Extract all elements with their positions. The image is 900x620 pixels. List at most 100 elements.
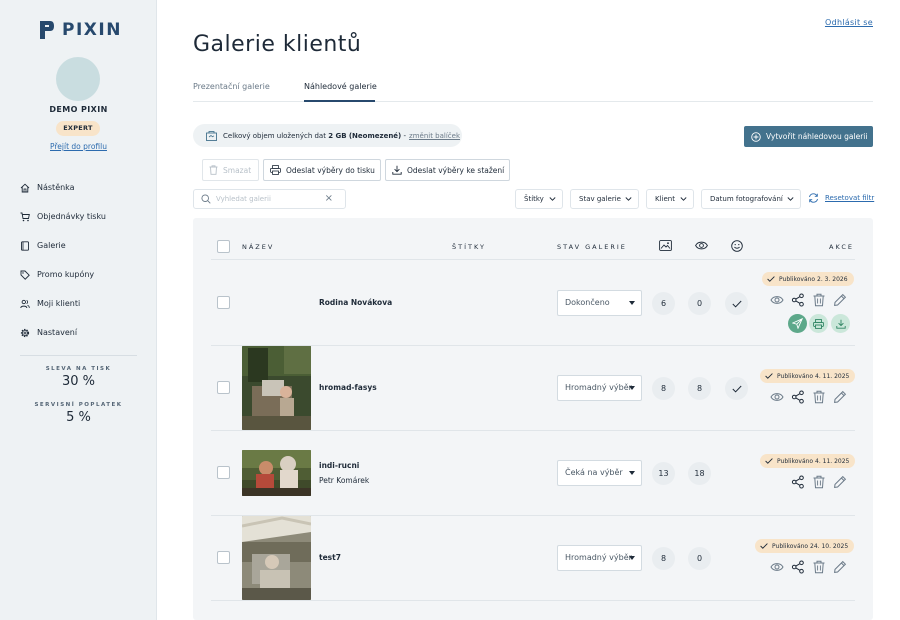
table-row[interactable]: hromad-fasys Hromadný výběr 8 8 Publikov… — [211, 346, 856, 431]
published-badge: Publikováno 2. 3. 2026 — [762, 272, 854, 286]
published-date: Publikováno 4. 11. 2025 — [777, 457, 850, 465]
send-to-print-button[interactable]: Odeslat výběry do tisku — [263, 159, 381, 181]
tag-icon — [20, 270, 30, 280]
published-date: Publikováno 4. 11. 2025 — [777, 372, 850, 380]
storage-separator: - — [403, 131, 407, 140]
sidebar-item-promo[interactable]: Promo kupóny — [0, 260, 157, 289]
share-icon[interactable] — [791, 475, 805, 489]
sidebar-item-clients[interactable]: Moji klienti — [0, 289, 157, 318]
table-row[interactable]: indi-rucni Petr Komárek Čeká na výběr 13… — [211, 431, 856, 516]
status-select[interactable]: Hromadný výběr — [557, 375, 642, 401]
change-plan-link[interactable]: změnit balíček — [409, 132, 460, 140]
eye-icon[interactable] — [770, 390, 784, 404]
checkmark-icon — [731, 385, 742, 393]
filter-gallery-status[interactable]: Stav galerie — [570, 189, 639, 209]
tab-presentation-gallery[interactable]: Prezentační galerie — [193, 82, 270, 91]
gallery-name[interactable]: indi-rucni — [319, 461, 359, 470]
table-row[interactable]: test7 Hromadný výběr 8 0 Publikováno 24.… — [211, 516, 855, 601]
avatar[interactable] — [56, 57, 100, 101]
pencil-icon[interactable] — [833, 293, 847, 307]
logout-link[interactable]: Odhlásit se — [825, 18, 873, 27]
row-checkbox[interactable] — [217, 296, 230, 309]
checkmark-icon — [731, 300, 742, 308]
users-icon — [20, 299, 30, 308]
logo[interactable]: PIXIN — [39, 20, 122, 40]
trash-icon[interactable] — [812, 293, 826, 307]
print-discount-value: 30 % — [61, 374, 96, 389]
row-checkbox[interactable] — [217, 466, 230, 479]
trash-icon[interactable] — [812, 560, 826, 574]
eye-icon[interactable] — [770, 293, 784, 307]
filter-client[interactable]: Klient — [646, 189, 694, 209]
gallery-thumbnail[interactable] — [242, 450, 311, 496]
plan-badge: EXPERT — [56, 121, 100, 136]
status-select[interactable]: Čeká na výběr — [557, 460, 642, 486]
tab-preview-gallery[interactable]: Náhledové galerie — [304, 82, 377, 91]
pencil-icon[interactable] — [833, 475, 847, 489]
home-icon — [20, 183, 30, 192]
storage-package-icon — [206, 130, 217, 141]
pencil-icon[interactable] — [833, 560, 847, 574]
sidebar-item-print-orders[interactable]: Objednávky tisku — [0, 202, 157, 231]
eye-icon[interactable] — [770, 560, 784, 574]
filter-tags-label: Štítky — [524, 195, 544, 203]
gallery-name[interactable]: hromad-fasys — [319, 383, 377, 392]
trash-icon[interactable] — [812, 475, 826, 489]
selection-done-indicator — [725, 377, 748, 400]
send-to-download-button[interactable]: Odeslat výběry ke stažení — [385, 159, 510, 181]
filter-tags[interactable]: Štítky — [515, 189, 563, 209]
sidebar-item-settings[interactable]: Nastavení — [0, 318, 157, 347]
storage-prefix: Celkový objem uložených dat — [223, 131, 326, 140]
print-order-button[interactable] — [809, 314, 828, 333]
triangle-down-icon — [629, 301, 635, 305]
pencil-icon[interactable] — [833, 390, 847, 404]
filter-photo-date[interactable]: Datum fotografování — [701, 189, 801, 209]
reset-filter-link[interactable]: Resetovat filtr — [808, 193, 874, 203]
smiley-column-icon — [731, 240, 743, 252]
cart-icon — [20, 212, 30, 221]
share-icon[interactable] — [791, 293, 805, 307]
gallery-search: × — [193, 189, 346, 209]
download-order-button[interactable] — [831, 314, 850, 333]
service-fee-value: 5 % — [66, 410, 91, 425]
share-icon[interactable] — [791, 560, 805, 574]
sidebar-item-gallery[interactable]: Galerie — [0, 231, 157, 260]
refresh-icon — [809, 193, 818, 203]
gallery-table: NÁZEV ŠTÍTKY STAV GALERIE AKCE Rodina No… — [193, 218, 873, 620]
storage-amount: 2 GB — [328, 131, 347, 140]
views-column-icon — [695, 241, 708, 250]
clear-search-icon[interactable]: × — [325, 194, 333, 204]
chevron-down-icon — [625, 197, 632, 201]
create-preview-gallery-button[interactable]: Vytvořit náhledovou galerii — [744, 126, 873, 147]
paper-plane-icon — [792, 318, 803, 329]
trash-icon[interactable] — [812, 390, 826, 404]
trash-icon — [209, 165, 218, 175]
profile-link[interactable]: Přejít do profilu — [0, 142, 157, 151]
gallery-thumbnail[interactable] — [242, 346, 311, 430]
share-icon[interactable] — [791, 390, 805, 404]
filter-status-label: Stav galerie — [579, 195, 621, 203]
table-row[interactable]: Rodina Novákova Dokončeno 6 0 Publikován… — [211, 261, 855, 346]
sidebar-item-label: Nástěnka — [37, 183, 75, 192]
sidebar-item-dashboard[interactable]: Nástěnka — [0, 173, 157, 202]
status-select[interactable]: Dokončeno — [557, 290, 642, 316]
print-discount-label: SLEVA NA TISK — [45, 366, 112, 372]
send-selection-button[interactable] — [788, 314, 807, 333]
view-count: 0 — [688, 547, 711, 570]
sidebar-item-label: Nastavení — [37, 328, 78, 337]
book-icon — [21, 240, 29, 251]
download-icon — [835, 319, 846, 329]
reset-filter-label: Resetovat filtr — [825, 194, 875, 202]
delete-button[interactable]: Smazat — [202, 159, 259, 181]
status-select[interactable]: Hromadný výběr — [557, 545, 642, 571]
gallery-name[interactable]: test7 — [319, 553, 341, 562]
gallery-name[interactable]: Rodina Novákova — [319, 298, 392, 307]
photo-count: 8 — [652, 377, 675, 400]
user-name: DEMO PIXIN — [49, 105, 108, 114]
search-input[interactable] — [216, 195, 326, 203]
row-checkbox[interactable] — [217, 381, 230, 394]
select-all-checkbox[interactable] — [217, 240, 230, 253]
row-checkbox[interactable] — [217, 551, 230, 564]
selection-done-indicator — [725, 292, 748, 315]
gallery-thumbnail[interactable] — [242, 516, 311, 600]
